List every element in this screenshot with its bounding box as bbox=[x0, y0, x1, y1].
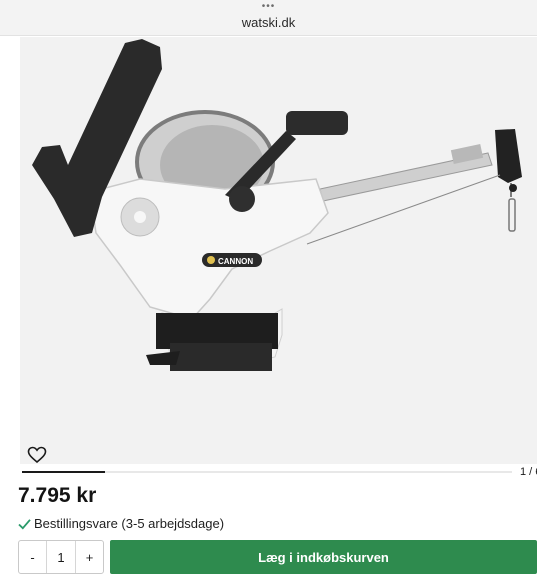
gallery-progress-track bbox=[22, 471, 512, 473]
url-label[interactable]: watski.dk bbox=[0, 15, 537, 30]
availability-text: Bestillingsvare (3-5 arbejdsdage) bbox=[34, 516, 225, 531]
brand-logo-text: CANNON bbox=[218, 257, 253, 266]
add-to-cart-button[interactable]: Læg i indkøbskurven bbox=[110, 540, 537, 574]
product-image: CANNON bbox=[32, 39, 522, 371]
increment-button[interactable]: + bbox=[76, 541, 103, 573]
browser-address-bar: ••• watski.dk bbox=[0, 0, 537, 36]
heart-icon[interactable] bbox=[27, 446, 47, 464]
quantity-stepper: - 1 + bbox=[18, 540, 104, 574]
gallery-counter: 1 / 6 bbox=[520, 466, 537, 478]
checkmark-icon bbox=[18, 518, 31, 530]
decrement-button[interactable]: - bbox=[19, 541, 46, 573]
quantity-field[interactable]: 1 bbox=[46, 541, 76, 573]
gallery-progress-fill bbox=[22, 471, 106, 473]
product-image-gallery[interactable]: CANNON bbox=[20, 37, 537, 464]
reel-body bbox=[89, 178, 329, 320]
browser-menu-dots[interactable]: ••• bbox=[0, 2, 537, 12]
product-price: 7.795 kr bbox=[18, 484, 97, 507]
availability-status: Bestillingsvare (3-5 arbejdsdage) bbox=[18, 516, 224, 531]
